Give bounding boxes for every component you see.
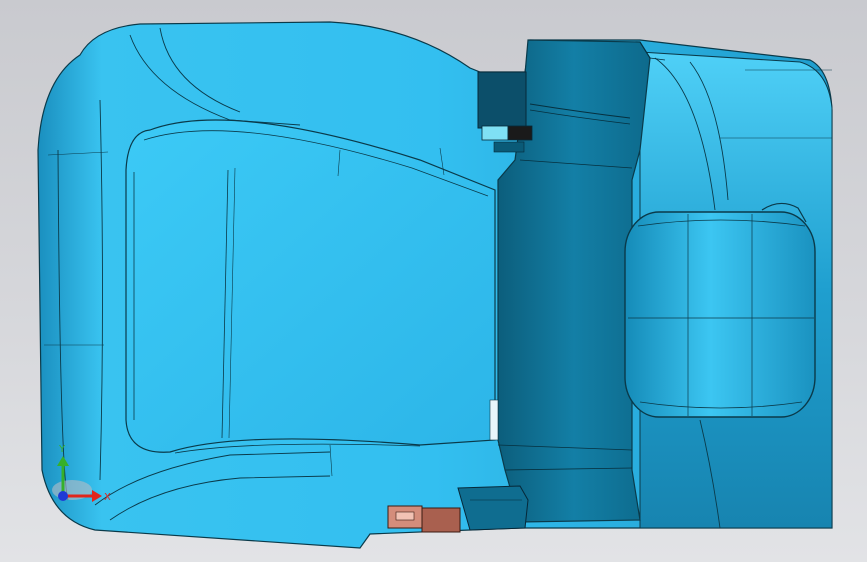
recliner-mechanism	[477, 71, 527, 129]
wiring-connector	[387, 505, 461, 533]
x-axis-label: X	[104, 492, 111, 503]
headrest	[624, 211, 816, 418]
z-axis-icon	[58, 491, 68, 501]
graphics-viewport[interactable]: Y X	[0, 0, 867, 562]
seat-model-view[interactable]: Y X	[0, 0, 867, 562]
lower-mechanism	[457, 485, 529, 531]
y-axis-label: Y	[58, 444, 66, 455]
seat-cushion	[125, 119, 496, 453]
